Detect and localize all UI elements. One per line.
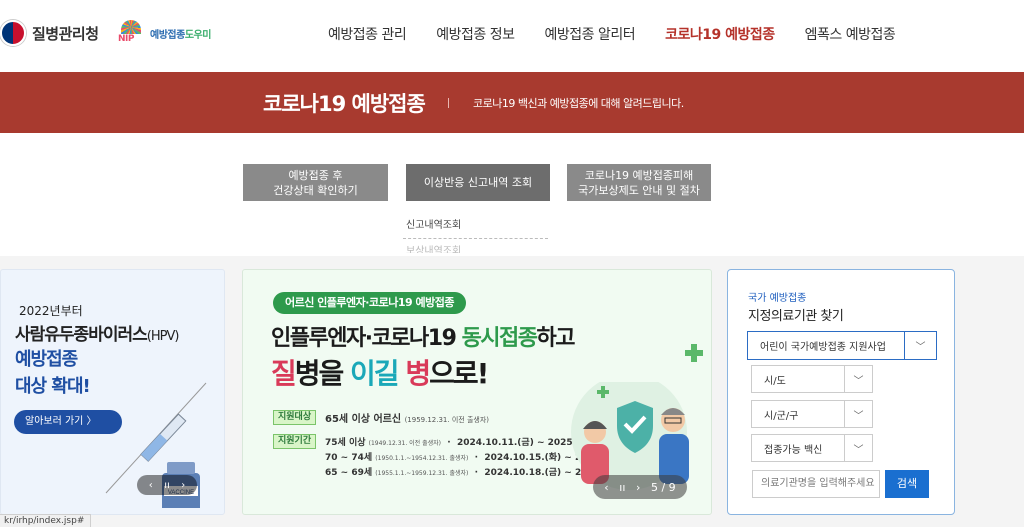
hpv-headline-3: 대상 확대! xyxy=(15,376,91,397)
clinic-search-card: 국가 예방접종 지정의료기관 찾기 어린이 국가예방접종 지원사업 ﹀ 시/도 … xyxy=(727,269,955,515)
chevron-down-icon: ﹀ xyxy=(904,332,936,359)
pause-icon[interactable]: ıı xyxy=(619,481,625,494)
search-card-title: 지정의료기관 찾기 xyxy=(748,309,844,324)
sido-select[interactable]: 시/도 ﹀ xyxy=(751,365,873,393)
hpv-slider-controls: ‹ ıı › xyxy=(137,475,197,495)
program-select[interactable]: 어린이 국가예방접종 지원사업 ﹀ xyxy=(747,331,937,360)
kdca-name: 질병관리청 xyxy=(32,24,99,43)
target-label: 지원대상 xyxy=(273,410,317,425)
dropdown-item-report-history[interactable]: 신고내역조회 xyxy=(403,213,548,239)
adverse-report-lookup-button[interactable]: 이상반응 신고내역 조회 xyxy=(406,164,550,201)
search-button[interactable]: 검색 xyxy=(885,470,929,498)
hpv-since: 2022년부터 xyxy=(19,304,83,318)
page-banner: 코로나19 예방접종 코로나19 백신과 예방접종에 대해 알려드립니다. xyxy=(0,72,1024,133)
hpv-headline: 사람유두종바이러스(HPV) xyxy=(15,325,179,345)
next-arrow-icon[interactable]: › xyxy=(181,480,185,491)
pause-icon[interactable]: ıı xyxy=(164,480,170,491)
nav-item-mpox[interactable]: 엠폭스 예방접종 xyxy=(805,24,896,44)
nav-item-vaccination-alerter[interactable]: 예방접종 알리터 xyxy=(544,24,635,44)
dropdown-item-compensation-history[interactable]: 보상내역조회 xyxy=(403,239,548,253)
health-check-button[interactable]: 예방접종 후 건강상태 확인하기 xyxy=(243,164,388,201)
slide-counter: 5 / 9 xyxy=(650,480,676,494)
banner-title: 코로나19 예방접종 xyxy=(263,92,426,116)
nav-item-vaccination-info[interactable]: 예방접종 정보 xyxy=(436,24,515,44)
next-arrow-icon[interactable]: › xyxy=(636,481,640,494)
browser-status-url: kr/irhp/index.jsp# xyxy=(0,514,92,527)
banner-description: 코로나19 백신과 예방접종에 대해 알려드립니다. xyxy=(473,97,684,110)
chevron-down-icon: ﹀ xyxy=(844,366,872,392)
chevron-down-icon: ﹀ xyxy=(844,401,872,427)
promo-headline-1: 인플루엔자·코로나19 동시접종하고 xyxy=(271,326,576,351)
promo-headline-2: 질병을 이길 병으로! xyxy=(271,357,489,390)
helper-logo-text: 예방접종도우미 xyxy=(150,29,211,41)
clinic-name-input[interactable]: 의료기관명을 입력해주세요 xyxy=(752,470,880,498)
prev-arrow-icon[interactable]: ‹ xyxy=(604,481,608,494)
injury-compensation-button[interactable]: 코로나19 예방접종피해 국가보상제도 안내 및 절차 xyxy=(567,164,711,201)
green-cross-icon xyxy=(685,344,703,362)
nip-badge: NIP xyxy=(118,34,134,44)
nav-item-vaccination-management[interactable]: 예방접종 관리 xyxy=(328,24,407,44)
vaccination-helper-logo[interactable]: NIP 예방접종도우미 xyxy=(118,20,211,46)
nav-item-covid19[interactable]: 코로나19 예방접종 xyxy=(665,24,775,44)
flu-covid-promo-card[interactable]: 어르신 인플루엔자·코로나19 예방접종 인플루엔자·코로나19 동시접종하고 … xyxy=(242,269,712,515)
main-navigation: 예방접종 관리 예방접종 정보 예방접종 알리터 코로나19 예방접종 엠폭스 … xyxy=(328,24,925,44)
prev-arrow-icon[interactable]: ‹ xyxy=(149,480,153,491)
target-text: 65세 이상 어르신 (1959.12.31. 이전 출생자) xyxy=(325,414,489,425)
period-label: 지원기간 xyxy=(273,434,317,449)
kdca-emblem-icon xyxy=(0,20,26,46)
search-card-label: 국가 예방접종 xyxy=(748,293,807,304)
nip-sun-icon: NIP xyxy=(118,20,144,46)
kdca-logo[interactable]: 질병관리청 xyxy=(0,20,99,46)
vaccine-select[interactable]: 접종가능 백신 ﹀ xyxy=(751,434,873,462)
banner-divider xyxy=(448,98,449,108)
hpv-headline-2: 예방접종 xyxy=(15,349,78,370)
chevron-down-icon: ﹀ xyxy=(844,435,872,461)
site-header: 질병관리청 NIP 예방접종도우미 예방접종 관리 예방접종 정보 예방접종 알… xyxy=(0,0,1024,72)
hpv-promo-card[interactable]: 2022년부터 사람유두종바이러스(HPV) 예방접종 대상 확대! 알아보러 … xyxy=(0,269,225,515)
sigungu-select[interactable]: 시/군/구 ﹀ xyxy=(751,400,873,428)
lookup-dropdown: 신고내역조회 보상내역조회 xyxy=(403,213,548,253)
promo-pill: 어르신 인플루엔자·코로나19 예방접종 xyxy=(273,292,466,314)
promo-slider-controls: ‹ ıı › 5 / 9 xyxy=(593,475,687,499)
